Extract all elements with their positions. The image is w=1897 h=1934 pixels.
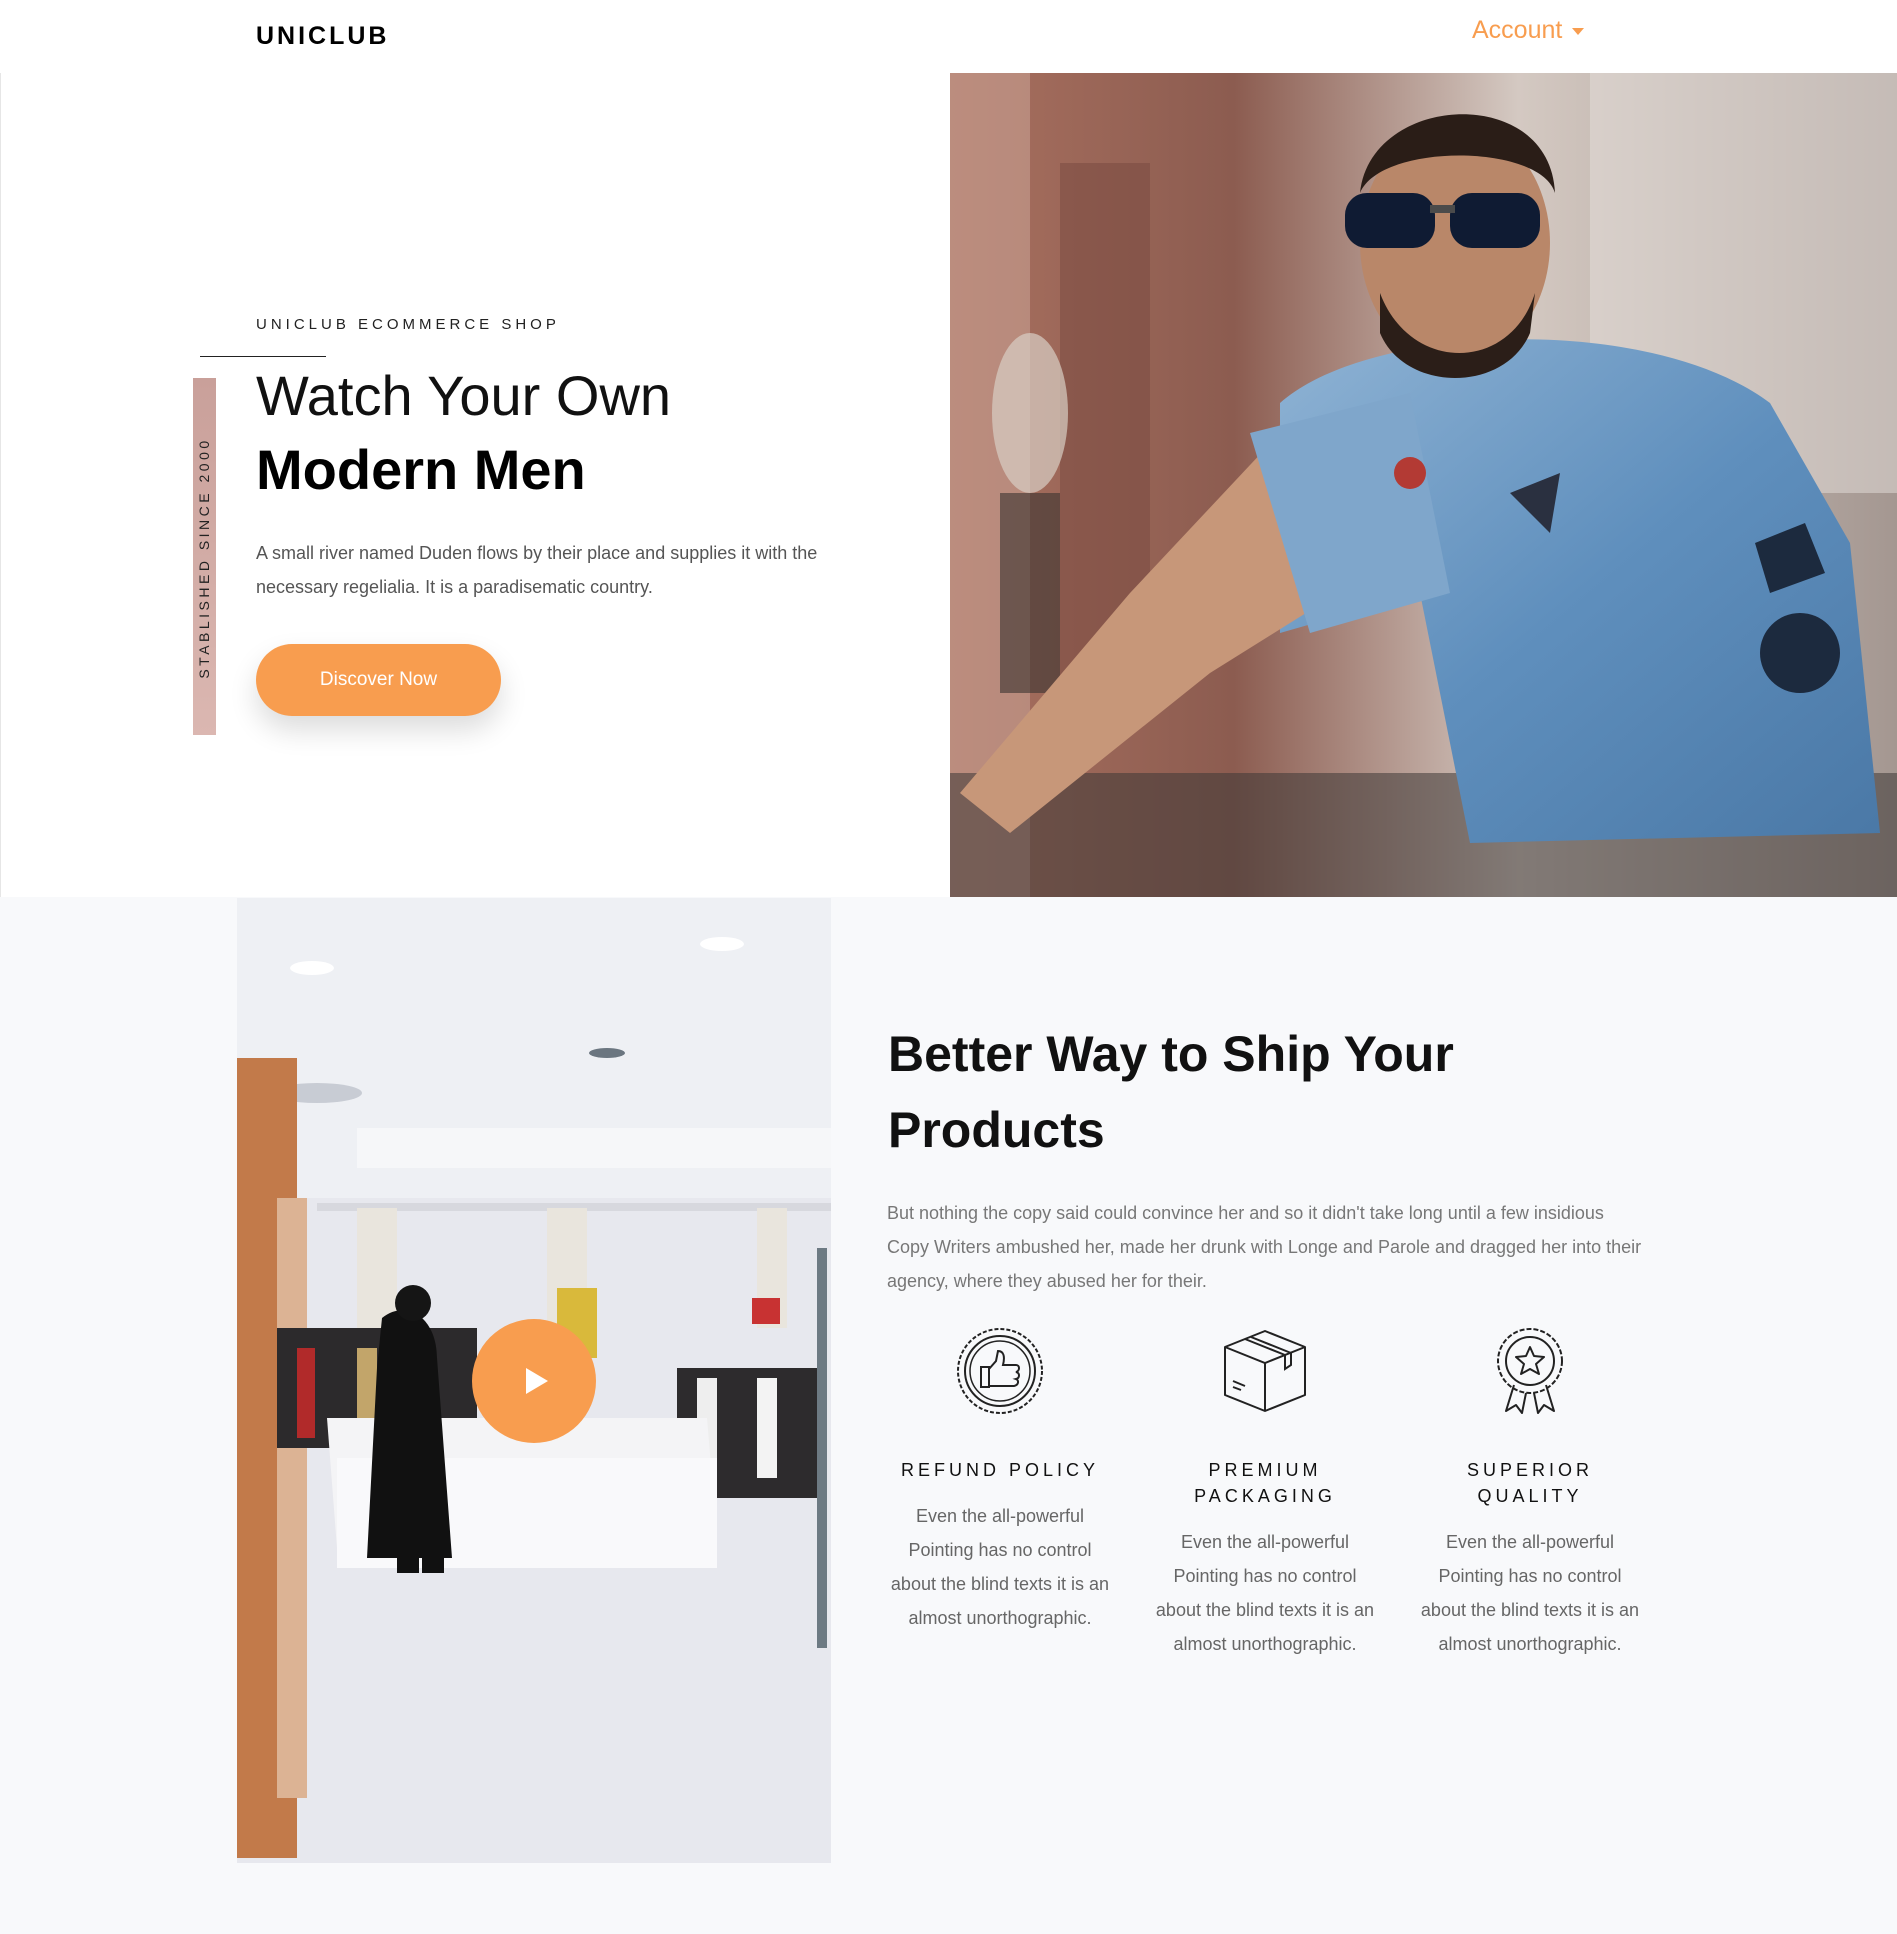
hero-description: A small river named Duden flows by their… [256, 543, 818, 597]
feature-refund-policy: REFUND POLICY Even the all-powerful Poin… [889, 1325, 1111, 1635]
hero-title-line1: Watch Your Own [256, 364, 672, 427]
feature-title: REFUND POLICY [900, 1460, 1100, 1480]
hero-title-line2: Modern Men [256, 438, 586, 501]
play-icon [526, 1368, 548, 1394]
award-ribbon-icon [1497, 1328, 1563, 1414]
feature-premium-packaging: PREMIUM PACKAGING Even the all-powerful … [1154, 1325, 1376, 1661]
hero-divider [200, 356, 326, 357]
account-dropdown[interactable]: Account [1472, 16, 1585, 45]
feature-title: PREMIUM PACKAGING [1194, 1460, 1336, 1506]
feature-title: SUPERIOR QUALITY [1466, 1460, 1594, 1506]
section-description: But nothing the copy said could convince… [887, 1203, 1642, 1291]
feature-description: Even the all-powerful Pointing has no co… [890, 1506, 1110, 1628]
hero-model-photo [950, 73, 1897, 897]
brand-logo[interactable]: UNICLUB [256, 22, 390, 51]
account-label: Account [1472, 16, 1563, 44]
feature-superior-quality: SUPERIOR QUALITY Even the all-powerful P… [1419, 1325, 1641, 1661]
section-title: Better Way to Ship Your Products [888, 1026, 1454, 1158]
hero-left-border [0, 73, 1, 897]
hero-subtitle: UNICLUB ECOMMERCE SHOP [256, 316, 560, 333]
discover-now-button[interactable]: Discover Now [256, 644, 501, 716]
video-play-button[interactable] [472, 1319, 596, 1443]
thumbs-up-badge-icon [957, 1328, 1043, 1414]
feature-description: Even the all-powerful Pointing has no co… [1155, 1532, 1375, 1654]
caret-down-icon [1572, 28, 1585, 35]
feature-description: Even the all-powerful Pointing has no co… [1420, 1532, 1640, 1654]
established-text: STABLISHED SINCE 2000 [196, 437, 212, 679]
package-box-icon [1224, 1330, 1306, 1412]
navbar: UNICLUB Account [0, 0, 1897, 73]
